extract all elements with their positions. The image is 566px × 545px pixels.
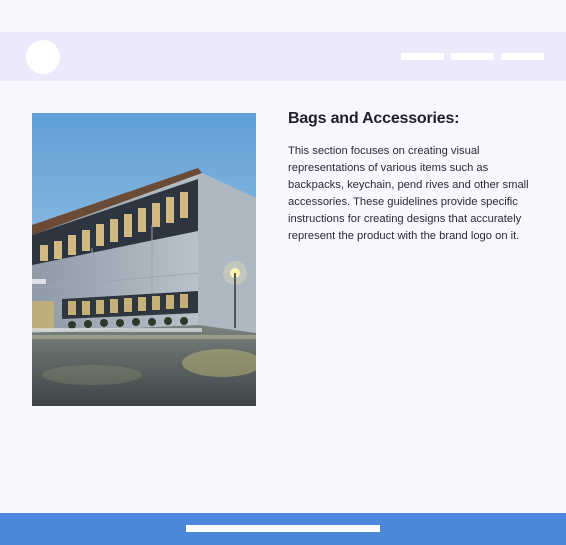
- nav-item-1[interactable]: [401, 53, 444, 60]
- nav-item-3[interactable]: [501, 53, 544, 60]
- section-title: Bags and Accessories:: [288, 110, 460, 127]
- section-description: This section focuses on creating visual …: [288, 145, 529, 242]
- footer-bar: [0, 513, 566, 545]
- top-header-bar: [0, 32, 566, 81]
- logo-icon[interactable]: [26, 40, 60, 74]
- nav-item-2[interactable]: [451, 53, 494, 60]
- building-illustration: [32, 113, 256, 406]
- building-photo-image: [32, 113, 256, 406]
- footer-placeholder-line: [186, 525, 380, 532]
